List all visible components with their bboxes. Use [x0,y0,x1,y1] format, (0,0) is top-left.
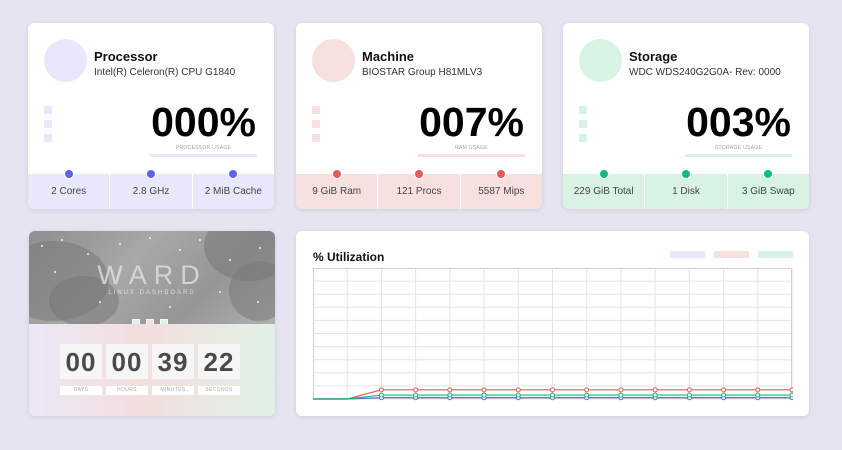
series-point-2 [652,392,658,398]
machine-usage-bar [418,154,525,157]
utilization-chart [313,268,793,401]
machine-stat-procs: 121 Procs [377,169,459,209]
storage-usage-bar [685,154,792,157]
storage-card: Storage WDC WDS240G2G0A- Rev: 0000 003% … [563,23,809,209]
machine-usage-value: 007% [419,99,524,145]
processor-stat-frequency: 2.8 GHz [109,169,191,209]
uptime-timer: 00 DAYS 00 HOURS 39 MINUTES 22 SECONDS [60,344,244,395]
uptime-hours: 00 HOURS [106,344,148,395]
series-point-2 [789,392,793,398]
series-point-2 [515,392,521,398]
uptime-minutes: 39 MINUTES [152,344,194,395]
series-point-1 [413,387,419,393]
storage-usage-value: 003% [686,99,791,145]
machine-avatar [312,39,355,82]
processor-usage-value: 000% [151,99,256,145]
storage-stats: 229 GiB Total 1 Disk 3 GiB Swap [563,169,809,209]
stat-marker [680,169,691,179]
storage-avatar [579,39,622,82]
processor-stat-cores: 2 Cores [28,169,109,209]
storage-title: Storage [629,49,678,64]
series-point-2 [481,392,487,398]
series-point-1 [721,387,727,393]
series-point-2 [447,392,453,398]
series-point-1 [789,387,793,393]
uptime-days: 00 DAYS [60,344,102,395]
machine-title: Machine [362,49,415,64]
ward-banner: WARD LINUX DASHBOARD [29,231,275,327]
utilization-title: % Utilization [313,250,385,264]
storage-stat-swap: 3 GiB Swap [726,169,809,209]
ward-card: WARD LINUX DASHBOARD 00 DAYS 00 HOURS 39… [29,231,275,416]
processor-avatar [44,39,87,82]
series-point-1 [550,387,555,393]
storage-usage-label: STORAGE USAGE [714,145,763,151]
processor-card: Processor Intel(R) Celeron(R) CPU G1840 … [28,23,274,209]
processor-title: Processor [94,49,158,64]
series-point-2 [721,392,727,398]
machine-stats: 9 GiB Ram 121 Procs 5587 Mips [296,169,542,209]
uptime-seconds: 22 SECONDS [198,344,240,395]
processor-subtitle: Intel(R) Celeron(R) CPU G1840 [94,67,236,78]
stat-marker [228,169,239,179]
series-point-1 [618,387,624,393]
utilization-card: % Utilization [296,231,809,416]
machine-subtitle: BIOSTAR Group H81MLV3 [362,67,483,78]
processor-usage-label: PROCESSOR USAGE [175,145,232,151]
stat-marker [145,169,156,179]
series-point-1 [686,387,692,393]
storage-stat-total: 229 GiB Total [563,169,644,209]
stat-marker [763,169,774,179]
machine-stat-ram: 9 GiB Ram [296,169,377,209]
legend-storage[interactable] [758,251,793,258]
storage-dots [579,106,587,148]
stat-marker [331,169,342,179]
series-point-1 [447,387,453,393]
machine-dots [312,106,320,148]
series-point-1 [652,387,658,393]
machine-card: Machine BIOSTAR Group H81MLV3 007% RAM U… [296,23,542,209]
processor-dots [44,106,52,148]
series-point-1 [515,387,521,393]
legend-cpu[interactable] [670,251,705,258]
processor-stats: 2 Cores 2.8 GHz 2 MiB Cache [28,169,274,209]
stat-marker [598,169,609,179]
series-point-1 [755,387,761,393]
series-point-2 [378,392,384,398]
storage-subtitle: WDC WDS240G2G0A- Rev: 0000 [629,67,781,78]
stat-marker [63,169,74,179]
series-point-1 [584,387,590,393]
ward-logo-title: WARD [97,260,207,290]
processor-stat-cache: 2 MiB Cache [191,169,274,209]
machine-usage-label: RAM USAGE [455,145,488,151]
series-point-2 [618,392,624,398]
machine-stat-mips: 5587 Mips [459,169,542,209]
series-point-2 [755,392,761,398]
series-point-2 [550,392,555,398]
processor-usage-bar [150,154,257,157]
stat-marker [413,169,424,179]
storage-stat-disks: 1 Disk [644,169,726,209]
stat-marker [496,169,507,179]
series-point-2 [686,392,692,398]
series-point-2 [413,392,419,398]
ward-logo-subtitle: LINUX DASHBOARD [108,290,196,296]
legend-ram[interactable] [714,251,749,258]
series-point-1 [481,387,487,393]
chart-legend [661,251,793,258]
series-point-2 [584,392,590,398]
series-point-1 [378,387,384,393]
